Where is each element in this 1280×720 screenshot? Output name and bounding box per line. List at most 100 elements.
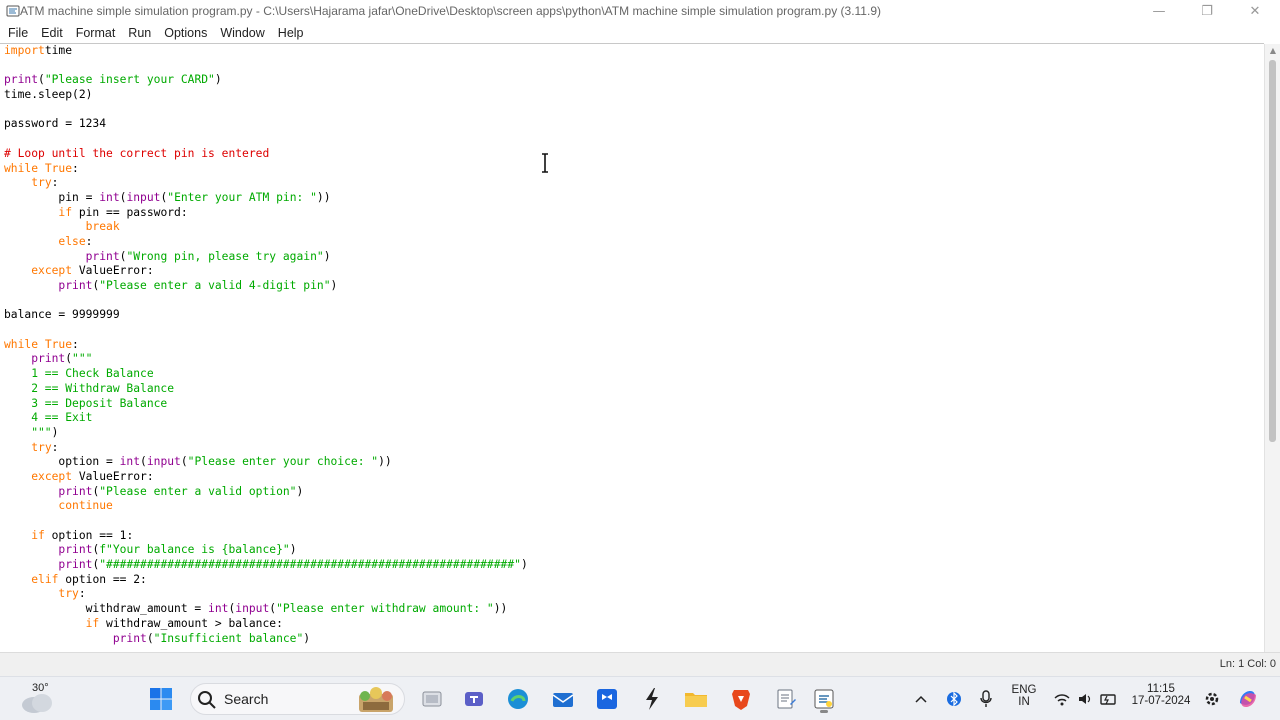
code-line[interactable] xyxy=(4,59,528,74)
clock[interactable]: 11:15 17-07-2024 xyxy=(1128,683,1194,707)
taskbar-mail[interactable] xyxy=(547,683,579,715)
code-token: break xyxy=(85,220,120,234)
menu-window[interactable]: Window xyxy=(216,26,268,40)
code-line[interactable] xyxy=(4,323,528,338)
code-line[interactable]: time.sleep(2) xyxy=(4,88,528,103)
code-line[interactable]: print(""" xyxy=(4,352,528,367)
code-line[interactable]: try: xyxy=(4,441,528,456)
taskbar-copilot[interactable] xyxy=(1232,683,1264,715)
code-text[interactable]: importtime print("Please insert your CARD… xyxy=(4,44,528,646)
code-token: print xyxy=(58,558,93,572)
tray-bluetooth[interactable] xyxy=(940,683,968,715)
tray-settings[interactable] xyxy=(1199,683,1225,715)
window-title: ATM machine simple simulation program.py… xyxy=(20,4,881,18)
language-code: ENG xyxy=(1011,684,1037,696)
code-token: 2 == Withdraw Balance xyxy=(4,381,175,395)
code-line[interactable]: print("Insufficient balance") xyxy=(4,632,528,647)
code-token: pin == password: xyxy=(72,205,188,219)
code-line[interactable]: if withdraw_amount > balance: xyxy=(4,617,528,632)
code-line[interactable]: print("Please enter a valid 4-digit pin"… xyxy=(4,279,528,294)
scrollbar-thumb[interactable] xyxy=(1269,60,1276,442)
code-line[interactable]: if option == 1: xyxy=(4,529,528,544)
taskbar-notepad[interactable] xyxy=(770,683,802,715)
taskbar: 30° Search ENG IN 11:15 17-07-2024 xyxy=(0,676,1280,720)
code-line[interactable]: 2 == Withdraw Balance xyxy=(4,382,528,397)
code-line[interactable]: break xyxy=(4,220,528,235)
menu-options[interactable]: Options xyxy=(160,26,211,40)
menu-file[interactable]: File xyxy=(4,26,32,40)
code-line[interactable]: print("#################################… xyxy=(4,558,527,573)
taskbar-search[interactable]: Search xyxy=(190,683,405,715)
code-token: ( xyxy=(180,455,188,469)
code-line[interactable]: try: xyxy=(4,587,528,602)
taskbar-brave[interactable] xyxy=(725,683,757,715)
code-line[interactable]: # Loop until the correct pin is entered xyxy=(4,147,528,162)
edge-icon xyxy=(508,689,528,709)
code-line[interactable]: else: xyxy=(4,235,528,250)
maximize-button[interactable]: ❐ xyxy=(1184,0,1230,23)
code-line[interactable]: print(f"Your balance is {balance}") xyxy=(4,543,528,558)
code-line[interactable]: 1 == Check Balance xyxy=(4,367,528,382)
region-code: IN xyxy=(1018,696,1030,708)
code-token: balance = 9999999 xyxy=(4,308,120,322)
code-line[interactable]: """) xyxy=(4,426,528,441)
code-token: ) xyxy=(289,543,297,557)
code-line[interactable] xyxy=(4,132,528,147)
menu-format[interactable]: Format xyxy=(72,26,120,40)
code-line[interactable] xyxy=(4,514,528,529)
clock-time: 11:15 xyxy=(1147,683,1175,695)
code-token: "Wrong pin, please try again" xyxy=(126,249,324,263)
show-hidden-icons-button[interactable] xyxy=(906,683,936,715)
menu-run[interactable]: Run xyxy=(124,26,155,40)
code-token: if xyxy=(58,205,73,219)
code-line[interactable]: while True: xyxy=(4,338,528,353)
code-line[interactable]: 3 == Deposit Balance xyxy=(4,397,528,412)
vertical-scrollbar[interactable]: ▲ xyxy=(1264,44,1280,652)
taskbar-file-explorer[interactable] xyxy=(680,683,712,715)
active-app-indicator xyxy=(820,710,828,713)
taskbar-teams[interactable] xyxy=(458,683,490,715)
code-line[interactable] xyxy=(4,103,528,118)
code-line[interactable]: option = int(input("Please enter your ch… xyxy=(4,455,528,470)
start-button[interactable] xyxy=(145,683,177,715)
code-line[interactable]: continue xyxy=(4,499,528,514)
code-line[interactable]: print("Please enter a valid option") xyxy=(4,485,528,500)
code-line[interactable]: withdraw_amount = int(input("Please ente… xyxy=(4,602,528,617)
code-line[interactable]: elif option == 2: xyxy=(4,573,528,588)
close-button[interactable]: ✕ xyxy=(1232,0,1278,23)
taskbar-app-bolt[interactable] xyxy=(636,683,668,715)
menu-help[interactable]: Help xyxy=(274,26,308,40)
code-token: 1 == Check Balance xyxy=(4,367,154,381)
code-line[interactable]: 4 == Exit xyxy=(4,411,528,426)
taskbar-task-view[interactable] xyxy=(416,683,448,715)
code-line[interactable]: importtime xyxy=(4,44,528,59)
code-line[interactable]: print("Wrong pin, please try again") xyxy=(4,250,528,265)
taskbar-python-idle[interactable] xyxy=(808,683,840,715)
minimize-button[interactable]: — xyxy=(1136,0,1182,23)
code-line[interactable]: pin = int(input("Enter your ATM pin: ")) xyxy=(4,191,528,206)
code-line[interactable]: try: xyxy=(4,176,528,191)
scroll-up-arrow-icon[interactable]: ▲ xyxy=(1265,46,1280,58)
cursor-position: Ln: 1 Col: 0 xyxy=(1219,658,1276,670)
language-indicator[interactable]: ENG IN xyxy=(1006,684,1042,708)
taskbar-edge[interactable] xyxy=(502,683,534,715)
code-line[interactable]: if pin == password: xyxy=(4,206,528,221)
code-line[interactable]: password = 1234 xyxy=(4,117,528,132)
code-line[interactable]: while True: xyxy=(4,162,528,177)
code-line[interactable]: balance = 9999999 xyxy=(4,308,528,323)
code-line[interactable]: except ValueError: xyxy=(4,470,528,485)
code-token: print xyxy=(112,631,147,645)
code-editor[interactable]: importtime print("Please insert your CARD… xyxy=(0,44,1264,652)
taskbar-dropbox[interactable] xyxy=(591,683,623,715)
code-line[interactable]: print("Please insert your CARD") xyxy=(4,73,528,88)
code-token: : xyxy=(51,176,59,190)
code-line[interactable]: except ValueError: xyxy=(4,264,528,279)
menu-edit[interactable]: Edit xyxy=(37,26,67,40)
quick-settings[interactable] xyxy=(1050,683,1122,715)
tray-microphone[interactable] xyxy=(972,683,1000,715)
code-line[interactable] xyxy=(4,294,528,309)
